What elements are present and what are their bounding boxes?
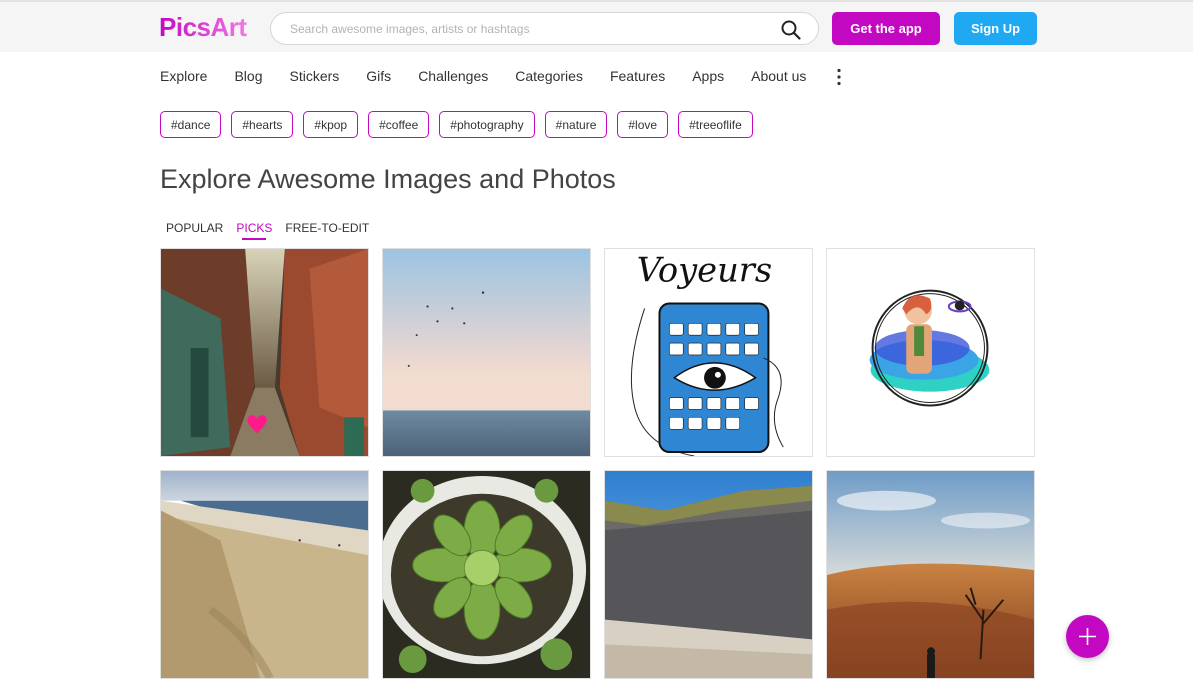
hashtag-chip[interactable]: #nature (544, 111, 608, 138)
alley-image (161, 249, 368, 456)
get-the-app-button[interactable]: Get the app (832, 12, 940, 45)
image-card-alley[interactable] (160, 248, 369, 457)
image-card-dune[interactable] (604, 470, 813, 679)
voyeurs-caption: Voyeurs (637, 251, 772, 290)
picsart-logo[interactable]: PicsArt (159, 12, 247, 43)
hashtag-chip[interactable]: #hearts (231, 111, 294, 138)
page-title: Explore Awesome Images and Photos (160, 164, 616, 194)
search-icon[interactable] (780, 19, 802, 41)
hashtag-chip[interactable]: #treeoflife (678, 111, 753, 138)
hashtag-chip[interactable]: #photography (439, 111, 535, 138)
hashtag-chip[interactable]: #love (617, 111, 669, 138)
hashtag-chip[interactable]: #coffee (368, 111, 430, 138)
top-header: PicsArt Get the app Sign Up (0, 0, 1193, 52)
image-card-sea[interactable] (382, 248, 591, 457)
nav-item-gifs[interactable]: Gifs (366, 68, 391, 88)
image-card-desert[interactable] (826, 470, 1035, 679)
tab-free-to-edit[interactable]: FREE-TO-EDIT (285, 221, 369, 240)
search-bar[interactable] (270, 12, 819, 45)
main-nav: Explore Blog Stickers Gifs Challenges Ca… (160, 68, 833, 88)
succulent-image (383, 471, 590, 678)
nav-item-blog[interactable]: Blog (234, 68, 262, 88)
hashtag-chip[interactable]: #kpop (303, 111, 359, 138)
plus-icon (1079, 628, 1096, 645)
nav-item-explore[interactable]: Explore (160, 68, 207, 88)
nav-item-challenges[interactable]: Challenges (418, 68, 488, 88)
hashtag-chip[interactable]: #dance (160, 111, 222, 138)
nav-item-apps[interactable]: Apps (692, 68, 724, 88)
content-tabs: POPULAR PICKS FREE-TO-EDIT (166, 221, 382, 240)
nav-item-stickers[interactable]: Stickers (290, 68, 340, 88)
image-card-beach[interactable] (160, 470, 369, 679)
tab-picks[interactable]: PICKS (236, 221, 272, 240)
sea-image (383, 249, 590, 456)
image-card-succulent[interactable] (382, 470, 591, 679)
hashtag-list: #dance #hearts #kpop #coffee #photograph… (160, 111, 763, 138)
dune-image (605, 471, 812, 678)
tab-popular[interactable]: POPULAR (166, 221, 223, 240)
image-card-anime[interactable] (826, 248, 1035, 457)
nav-item-features[interactable]: Features (610, 68, 665, 88)
nav-item-categories[interactable]: Categories (515, 68, 583, 88)
nav-item-about-us[interactable]: About us (751, 68, 806, 88)
create-fab-button[interactable] (1066, 615, 1109, 658)
voyeurs-image: Voyeurs (605, 249, 812, 456)
kebab-vertical-icon[interactable] (833, 68, 845, 86)
anime-image (827, 249, 1034, 456)
desert-image (827, 471, 1034, 678)
image-card-voyeurs[interactable]: Voyeurs (604, 248, 813, 457)
beach-image (161, 471, 368, 678)
search-input[interactable] (290, 13, 760, 44)
sign-up-button[interactable]: Sign Up (954, 12, 1037, 45)
